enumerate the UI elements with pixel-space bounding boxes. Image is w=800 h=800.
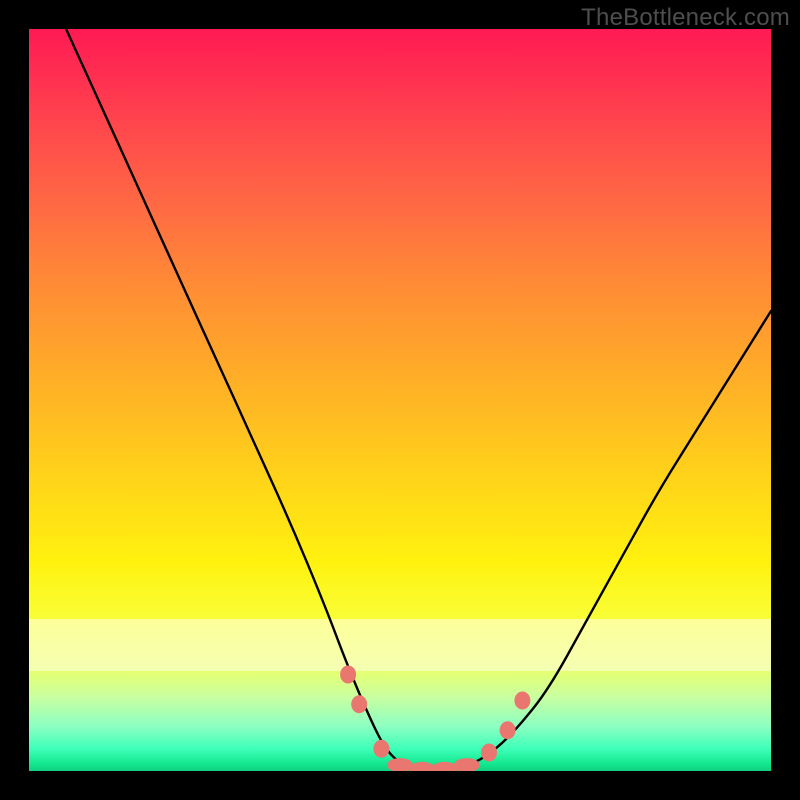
curve-marker xyxy=(373,740,389,758)
watermark-text: TheBottleneck.com xyxy=(581,4,790,32)
bottleneck-curve xyxy=(66,29,771,771)
curve-layer xyxy=(29,29,771,771)
curve-marker xyxy=(351,695,367,713)
plot-area xyxy=(29,29,771,771)
curve-marker xyxy=(432,762,458,771)
chart-frame: TheBottleneck.com xyxy=(0,0,800,800)
curve-marker xyxy=(340,666,356,684)
curve-marker xyxy=(454,758,480,771)
curve-marker xyxy=(387,758,413,771)
curve-marker xyxy=(409,762,435,771)
curve-marker xyxy=(481,744,497,762)
marker-group xyxy=(340,666,530,772)
curve-marker xyxy=(514,692,530,710)
curve-marker xyxy=(500,721,516,739)
